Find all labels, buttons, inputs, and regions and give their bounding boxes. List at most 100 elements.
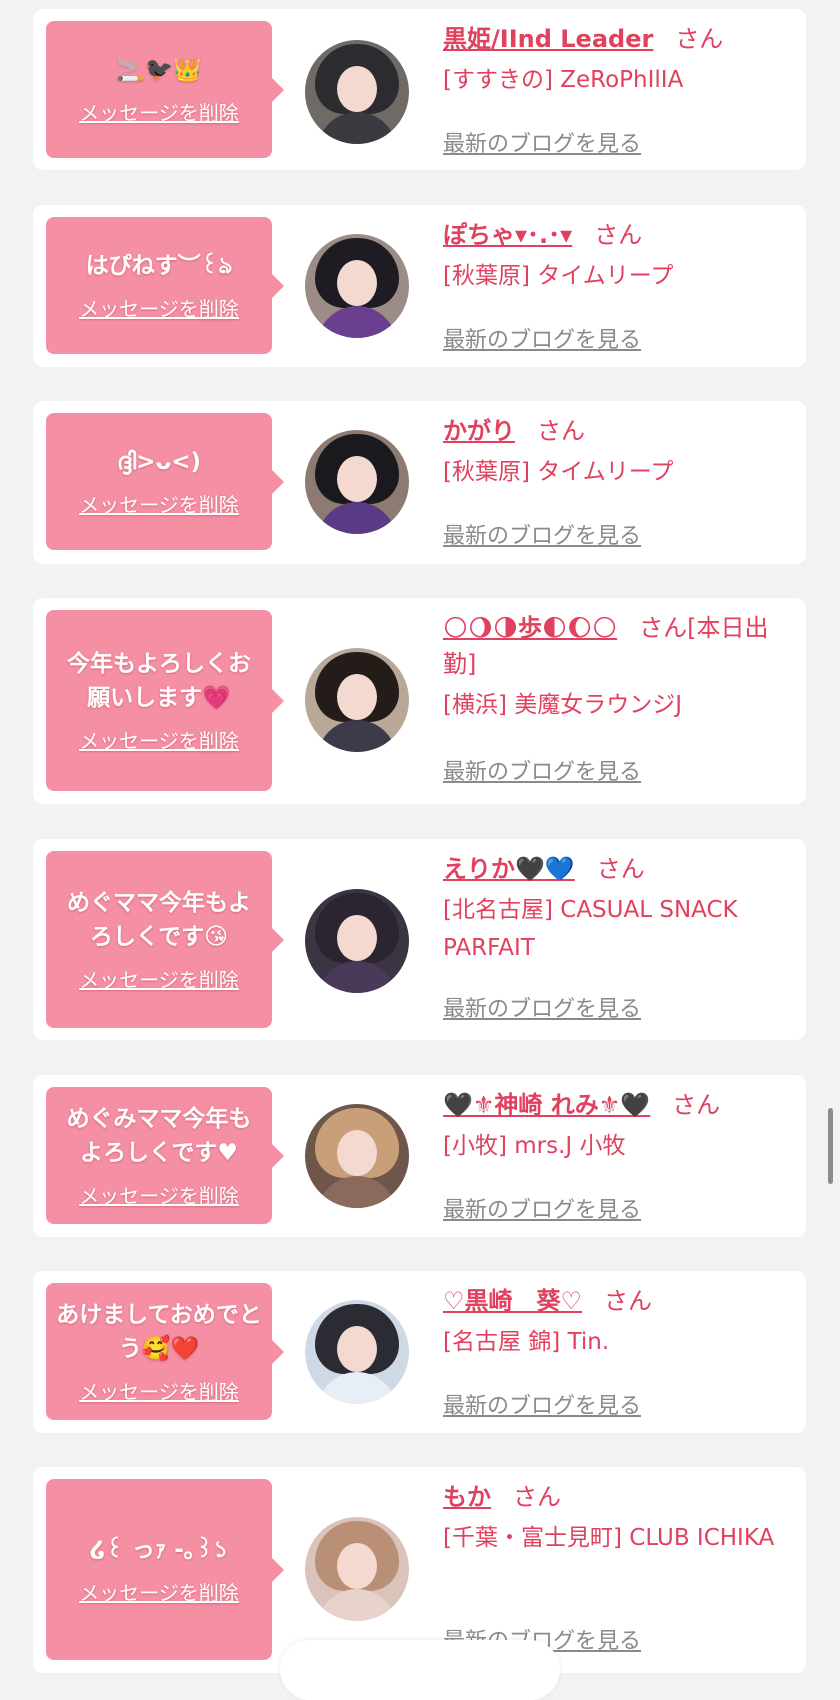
sender-name-link[interactable]: ♡黒崎 葵♡ xyxy=(443,1287,582,1315)
avatar-hearts[interactable] xyxy=(305,889,409,993)
sender-info: もか さん [千葉・富士見町] CLUB ICHIKA xyxy=(443,1479,793,1557)
message-card: めぐみママ今年もよろしくです♥ メッセージを削除 🖤⚜神崎 れみ⚜🖤 さん [小牧] m… xyxy=(33,1075,806,1237)
message-card: ദ്ദി>ᴗ<) メッセージを削除 かがり さん [秋葉原] タイムリープ最新のブログを… xyxy=(33,401,806,564)
message-text: はぴねす︶꒰ঌ xyxy=(85,253,233,279)
honorific-label: さん xyxy=(596,855,645,883)
sender-info: 🌕🌖🌗歩🌓🌔🌕 さん[本日出勤] [横浜] 美魔女ラウンジJ xyxy=(443,610,793,724)
sender-name-link[interactable]: 🖤⚜神崎 れみ⚜🖤 xyxy=(443,1091,650,1119)
sender-info: ぽちゃ▾･.･▾ さん [秋葉原] タイムリープ xyxy=(443,217,793,295)
avatar-maid[interactable] xyxy=(305,430,409,534)
message-bubble: あけましておめでとう🥰❤️ メッセージを削除 xyxy=(46,1283,284,1420)
store-label: [秋葉原] タイムリープ xyxy=(443,263,674,289)
message-text: ໒꒰ っｧ -｡꒱১ xyxy=(89,1537,229,1563)
honorific-label: さん xyxy=(604,1287,653,1315)
message-text: めぐママ今年もよろしくです😘 xyxy=(67,890,251,950)
message-card: めぐママ今年もよろしくです😘 メッセージを削除 えりか🖤💙 さん [北名古屋] CASU… xyxy=(33,839,806,1040)
name-line: 🖤⚜神崎 れみ⚜🖤 さん xyxy=(443,1087,793,1123)
sender-info: ♡黒崎 葵♡ さん [名古屋 錦] Tin. xyxy=(443,1283,793,1361)
avatar-snow[interactable] xyxy=(305,1300,409,1404)
store-label: [北名古屋] CASUAL SNACK PARFAIT xyxy=(443,897,738,961)
avatar-kimono[interactable] xyxy=(305,648,409,752)
sender-info: 🖤⚜神崎 れみ⚜🖤 さん [小牧] mrs.J 小牧 xyxy=(443,1087,793,1165)
message-card: 🚬🐦‍⬛👑 メッセージを削除 黒姫/IInd Leader さん [すすきの] ZeRo… xyxy=(33,9,806,170)
delete-message-link[interactable]: メッセージを削除 xyxy=(79,1180,239,1209)
delete-message-link[interactable]: メッセージを削除 xyxy=(79,725,239,754)
message-bubble: めぐママ今年もよろしくです😘 メッセージを削除 xyxy=(46,851,284,1028)
sender-info: かがり さん [秋葉原] タイムリープ xyxy=(443,413,793,491)
sender-name-link[interactable]: ぽちゃ▾･.･▾ xyxy=(443,221,572,249)
avatar-dark-hair[interactable] xyxy=(305,40,409,144)
avatar-face xyxy=(337,1326,377,1372)
avatar-light-hair[interactable] xyxy=(305,1517,409,1621)
honorific-label: さん xyxy=(675,25,724,53)
avatar-body xyxy=(317,720,397,752)
sender-info: 黒姫/IInd Leader さん [すすきの] ZeRoPhIlIA xyxy=(443,21,793,99)
message-text: 🚬🐦‍⬛👑 xyxy=(116,57,202,83)
store-label: [秋葉原] タイムリープ xyxy=(443,459,674,485)
scrollbar[interactable] xyxy=(828,1108,833,1184)
name-line: 黒姫/IInd Leader さん xyxy=(443,21,793,57)
bottom-toolbar xyxy=(280,1640,560,1700)
honorific-label: さん xyxy=(594,221,643,249)
message-bubble: めぐみママ今年もよろしくです♥ メッセージを削除 xyxy=(46,1087,284,1224)
name-line: ♡黒崎 葵♡ さん xyxy=(443,1283,793,1319)
message-bubble: 🚬🐦‍⬛👑 メッセージを削除 xyxy=(46,21,284,158)
name-line: ぽちゃ▾･.･▾ さん xyxy=(443,217,793,253)
avatar-maid[interactable] xyxy=(305,234,409,338)
message-bubble: はぴねす︶꒰ঌ メッセージを削除 xyxy=(46,217,284,354)
message-bubble: 今年もよろしくお願いします💗 メッセージを削除 xyxy=(46,610,284,791)
honorific-label: さん xyxy=(639,614,688,642)
latest-blog-link[interactable]: 最新のブログを見る xyxy=(443,1192,641,1224)
latest-blog-link[interactable]: 最新のブログを見る xyxy=(443,518,641,550)
sender-info: えりか🖤💙 さん [北名古屋] CASUAL SNACK PARFAIT xyxy=(443,851,793,967)
store-label: [すすきの] ZeRoPhIlIA xyxy=(443,67,684,93)
avatar-face xyxy=(337,260,377,306)
store-label: [千葉・富士見町] CLUB ICHIKA xyxy=(443,1525,775,1551)
avatar-face xyxy=(337,1543,377,1589)
sender-name-link[interactable]: もか xyxy=(443,1483,491,1511)
message-card: 今年もよろしくお願いします💗 メッセージを削除 🌕🌖🌗歩🌓🌔🌕 さん[本日出勤] [横浜… xyxy=(33,598,806,804)
avatar-body xyxy=(317,306,397,338)
message-card: はぴねす︶꒰ঌ メッセージを削除 ぽちゃ▾･.･▾ さん [秋葉原] タイムリープ最新の… xyxy=(33,205,806,367)
avatar-body xyxy=(317,1372,397,1404)
store-label: [名古屋 錦] Tin. xyxy=(443,1329,610,1355)
sender-name-link[interactable]: えりか🖤💙 xyxy=(443,855,575,883)
avatar-body xyxy=(317,961,397,993)
name-line: もか さん xyxy=(443,1479,793,1515)
avatar-body xyxy=(317,1176,397,1208)
sender-name-link[interactable]: 黒姫/IInd Leader xyxy=(443,25,653,53)
name-line: えりか🖤💙 さん xyxy=(443,851,793,887)
honorific-label: さん xyxy=(513,1483,561,1511)
message-bubble: ദ്ദി>ᴗ<) メッセージを削除 xyxy=(46,413,284,550)
delete-message-link[interactable]: メッセージを削除 xyxy=(79,1376,239,1405)
delete-message-link[interactable]: メッセージを削除 xyxy=(79,97,239,126)
avatar-face xyxy=(337,66,377,112)
avatar-face xyxy=(337,456,377,502)
honorific-label: さん xyxy=(672,1091,721,1119)
message-card: あけましておめでとう🥰❤️ メッセージを削除 ♡黒崎 葵♡ さん [名古屋 錦] Tin… xyxy=(33,1271,806,1433)
avatar-face xyxy=(337,674,377,720)
message-text: めぐみママ今年もよろしくです♥ xyxy=(66,1106,252,1166)
latest-blog-link[interactable]: 最新のブログを見る xyxy=(443,991,641,1023)
message-text: あけましておめでとう🥰❤️ xyxy=(56,1302,262,1362)
latest-blog-link[interactable]: 最新のブログを見る xyxy=(443,126,641,158)
delete-message-link[interactable]: メッセージを削除 xyxy=(79,489,239,518)
avatar-face xyxy=(337,915,377,961)
latest-blog-link[interactable]: 最新のブログを見る xyxy=(443,1388,641,1420)
delete-message-link[interactable]: メッセージを削除 xyxy=(79,1577,239,1606)
sender-name-link[interactable]: 🌕🌖🌗歩🌓🌔🌕 xyxy=(443,614,617,642)
message-text: ദ്ദി>ᴗ<) xyxy=(116,449,202,475)
delete-message-link[interactable]: メッセージを削除 xyxy=(79,964,239,993)
latest-blog-link[interactable]: 最新のブログを見る xyxy=(443,322,641,354)
store-label: [小牧] mrs.J 小牧 xyxy=(443,1133,626,1159)
honorific-label: さん xyxy=(537,417,585,445)
message-bubble: ໒꒰ っｧ -｡꒱১ メッセージを削除 xyxy=(46,1479,284,1660)
avatar-body xyxy=(317,1589,397,1621)
name-line: かがり さん xyxy=(443,413,793,449)
sender-name-link[interactable]: かがり xyxy=(443,417,515,445)
message-text: 今年もよろしくお願いします💗 xyxy=(67,651,251,711)
avatar-blonde[interactable] xyxy=(305,1104,409,1208)
delete-message-link[interactable]: メッセージを削除 xyxy=(79,293,239,322)
store-label: [横浜] 美魔女ラウンジJ xyxy=(443,692,683,718)
latest-blog-link[interactable]: 最新のブログを見る xyxy=(443,754,641,786)
